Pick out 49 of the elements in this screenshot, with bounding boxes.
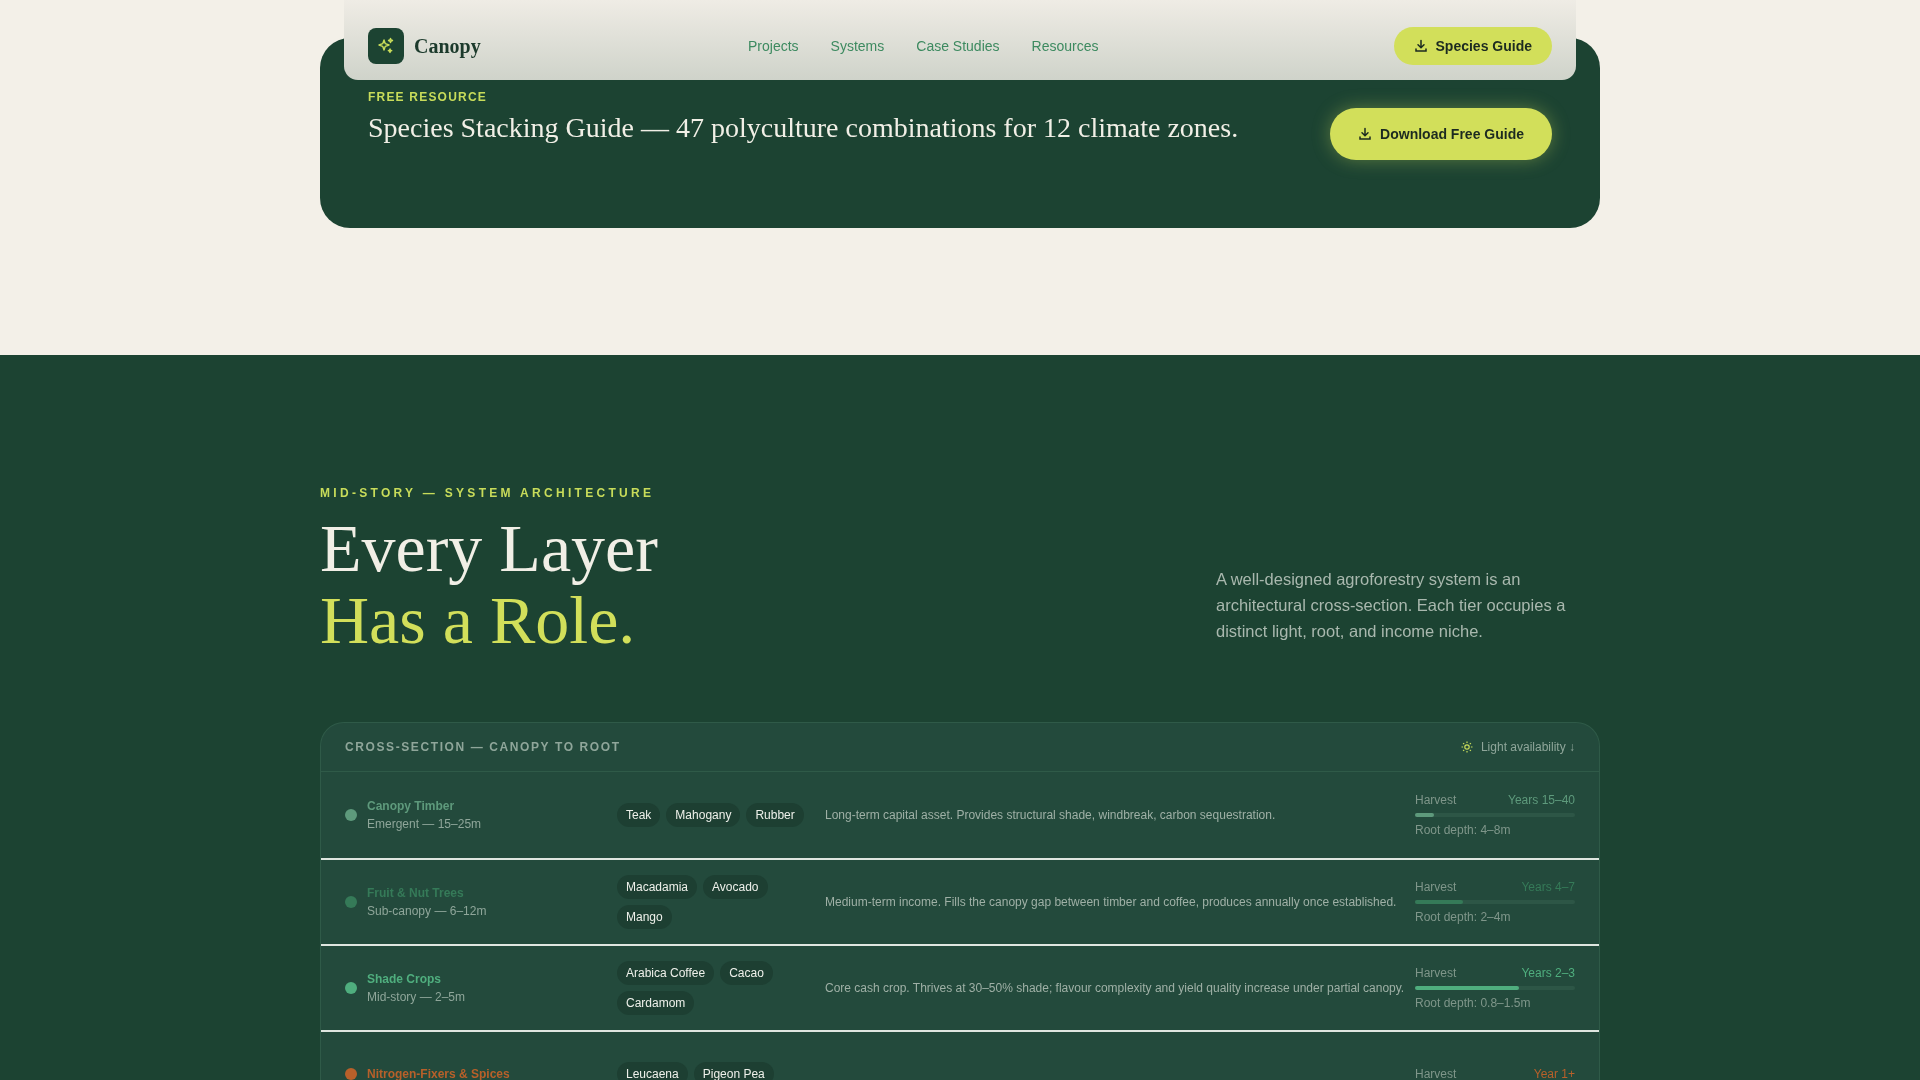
section-title: Has a Role. <box>320 584 636 656</box>
tier-name: Nitrogen-Fixers & Spices <box>367 1067 510 1080</box>
tier-height: Mid-story — 2–5m <box>367 990 466 1004</box>
harvest-label: Harvest <box>1415 1067 1457 1080</box>
harvest-label: Harvest <box>1415 880 1457 894</box>
species-tag: Leucaena <box>617 1062 688 1080</box>
species-tag: Mahogany <box>666 803 741 827</box>
sun-icon <box>1460 741 1473 753</box>
species-tag: Cardamom <box>617 991 695 1015</box>
harvest-label: Harvest <box>1415 793 1457 807</box>
species-tag: Macadamia <box>617 875 698 899</box>
harvest-years: Year 1+ <box>1533 1067 1575 1080</box>
section-title: Every Layer <box>320 512 658 584</box>
species-tag: Cacao <box>720 961 773 985</box>
nav-link[interactable]: Resources <box>1031 38 1099 54</box>
tier-name: Canopy Timber <box>367 799 456 813</box>
root-depth: Root depth: 4–8m <box>1415 823 1512 837</box>
harvest-years: Years 2–3 <box>1521 966 1575 980</box>
nav-link[interactable]: Systems <box>830 38 885 54</box>
download-guide-button[interactable]: Download Free Guide <box>1330 108 1552 160</box>
species-guide-button[interactable]: Species Guide <box>1393 27 1552 65</box>
species-tag: Rubber <box>746 803 804 827</box>
table-title: CROSS-SECTION — CANOPY TO ROOT <box>345 740 621 754</box>
root-depth: Root depth: 0.8–1.5m <box>1415 996 1532 1010</box>
nav-link[interactable]: Projects <box>748 38 799 54</box>
tier-name: Shade Crops <box>367 972 442 986</box>
brand-name: Canopy <box>414 34 481 58</box>
species-tag: Teak <box>617 803 661 827</box>
download-icon <box>1413 39 1428 53</box>
tier-description: Long-term capital asset. Provides structural shade, windbreak, carbon sequestration. <box>825 808 1276 822</box>
banner-title: Species Stacking Guide — 47 polyculture combinations for 12 climate zones. <box>368 111 1240 145</box>
download-icon <box>1358 127 1373 141</box>
species-tag: Arabica Coffee <box>617 961 715 985</box>
harvest-label: Harvest <box>1415 966 1457 980</box>
eyebrow-label: MID-STORY — SYSTEM ARCHITECTURE <box>320 486 656 500</box>
species-tag: Mango <box>617 905 672 929</box>
eyebrow-label: FREE RESOURCE <box>368 90 488 104</box>
root-depth: Root depth: 2–4m <box>1415 910 1512 924</box>
tier-height: Sub-canopy — 6–12m <box>367 904 487 918</box>
logo-icon[interactable] <box>368 28 404 64</box>
harvest-years: Years 15–40 <box>1508 793 1575 807</box>
legend-label: Light availability ↓ <box>1480 740 1575 754</box>
species-tag: Pigeon Pea <box>693 1062 774 1080</box>
section-description: A well-designed agroforestry system is an architectural cross-section. Each tier occupies a distinct light, root, and income niche. <box>1216 569 1567 642</box>
tier-description: Core cash crop. Thrives at 30–50% shade; flavour complexity and yield quality increase under partial canopy. <box>825 981 1405 995</box>
species-tag: Avocado <box>703 875 768 899</box>
tier-height: Emergent — 15–25m <box>367 817 482 831</box>
nav-link[interactable]: Case Studies <box>916 38 1000 54</box>
tier-description: Medium-term income. Fills the canopy gap between timber and coffee, produces annually once established. <box>825 895 1397 909</box>
